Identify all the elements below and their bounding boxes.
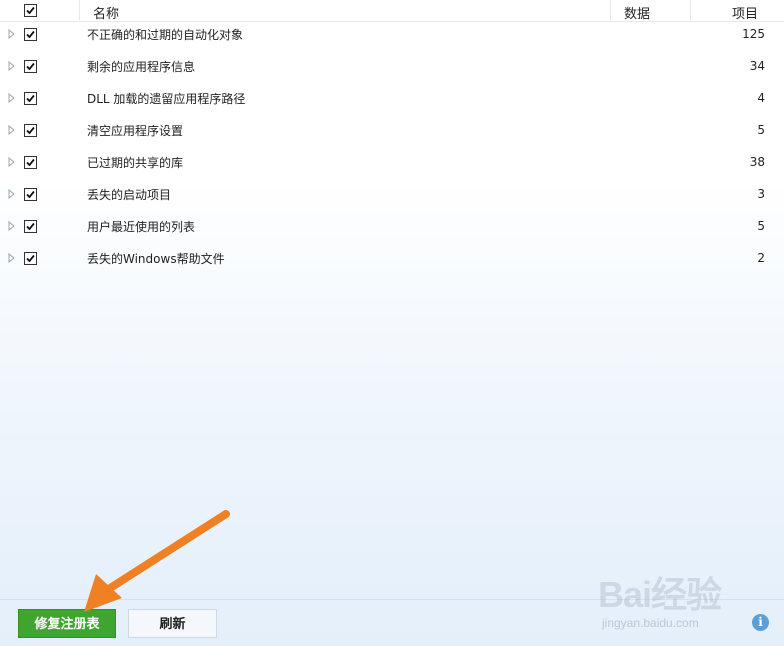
row-name: 丢失的Windows帮助文件: [87, 252, 225, 266]
row-count: 34: [749, 59, 765, 73]
row-count: 2: [757, 251, 765, 265]
list-item[interactable]: DLL 加载的遗留应用程序路径 4: [0, 84, 784, 116]
row-name: 丢失的启动项目: [87, 188, 172, 202]
check-icon: [26, 30, 35, 39]
row-checkbox[interactable]: [24, 124, 37, 137]
row-count: 125: [742, 27, 765, 41]
row-name: DLL 加载的遗留应用程序路径: [87, 92, 246, 106]
row-name: 不正确的和过期的自动化对象: [87, 28, 244, 42]
refresh-button[interactable]: 刷新: [128, 609, 217, 638]
list-item[interactable]: 丢失的启动项目 3: [0, 180, 784, 212]
baidu-jingyan-watermark: Bai经验 jingyan.baidu.com: [598, 560, 748, 636]
expand-triangle-icon[interactable]: [8, 125, 16, 135]
row-count: 5: [757, 123, 765, 137]
row-checkbox[interactable]: [24, 220, 37, 233]
row-count: 5: [757, 219, 765, 233]
list-item[interactable]: 清空应用程序设置 5: [0, 116, 784, 148]
list-item[interactable]: 用户最近使用的列表 5: [0, 212, 784, 244]
expand-triangle-icon[interactable]: [8, 61, 16, 71]
check-icon: [26, 126, 35, 135]
check-icon: [26, 222, 35, 231]
column-divider: [79, 0, 80, 20]
list-item[interactable]: 已过期的共享的库 38: [0, 148, 784, 180]
column-divider: [610, 0, 611, 20]
watermark-site: jingyan.baidu.com: [602, 616, 699, 630]
column-divider: [690, 0, 691, 20]
check-icon: [26, 190, 35, 199]
row-checkbox[interactable]: [24, 60, 37, 73]
fix-registry-button[interactable]: 修复注册表: [18, 609, 116, 638]
expand-triangle-icon[interactable]: [8, 221, 16, 231]
watermark-logo: Bai经验: [598, 574, 722, 615]
row-name: 剩余的应用程序信息: [87, 60, 196, 74]
row-checkbox[interactable]: [24, 156, 37, 169]
check-icon: [26, 254, 35, 263]
list-item[interactable]: 丢失的Windows帮助文件 2: [0, 244, 784, 276]
list-header: 名称 数据 项目: [0, 0, 784, 22]
row-checkbox[interactable]: [24, 188, 37, 201]
row-name: 已过期的共享的库: [87, 156, 184, 170]
row-checkbox[interactable]: [24, 28, 37, 41]
check-icon: [26, 94, 35, 103]
row-checkbox[interactable]: [24, 92, 37, 105]
expand-triangle-icon[interactable]: [8, 93, 16, 103]
row-count: 3: [757, 187, 765, 201]
row-checkbox[interactable]: [24, 252, 37, 265]
check-icon: [26, 62, 35, 71]
check-icon: [26, 6, 35, 15]
row-name: 用户最近使用的列表: [87, 220, 196, 234]
info-icon[interactable]: i: [752, 614, 769, 631]
expand-triangle-icon[interactable]: [8, 189, 16, 199]
list-item[interactable]: 剩余的应用程序信息 34: [0, 52, 784, 84]
expand-triangle-icon[interactable]: [8, 253, 16, 263]
row-count: 38: [749, 155, 765, 169]
row-name: 清空应用程序设置: [87, 124, 184, 138]
expand-triangle-icon[interactable]: [8, 157, 16, 167]
expand-triangle-icon[interactable]: [8, 29, 16, 39]
check-icon: [26, 158, 35, 167]
row-count: 4: [757, 91, 765, 105]
select-all-checkbox[interactable]: [24, 4, 37, 17]
list-item[interactable]: 不正确的和过期的自动化对象 125: [0, 20, 784, 52]
